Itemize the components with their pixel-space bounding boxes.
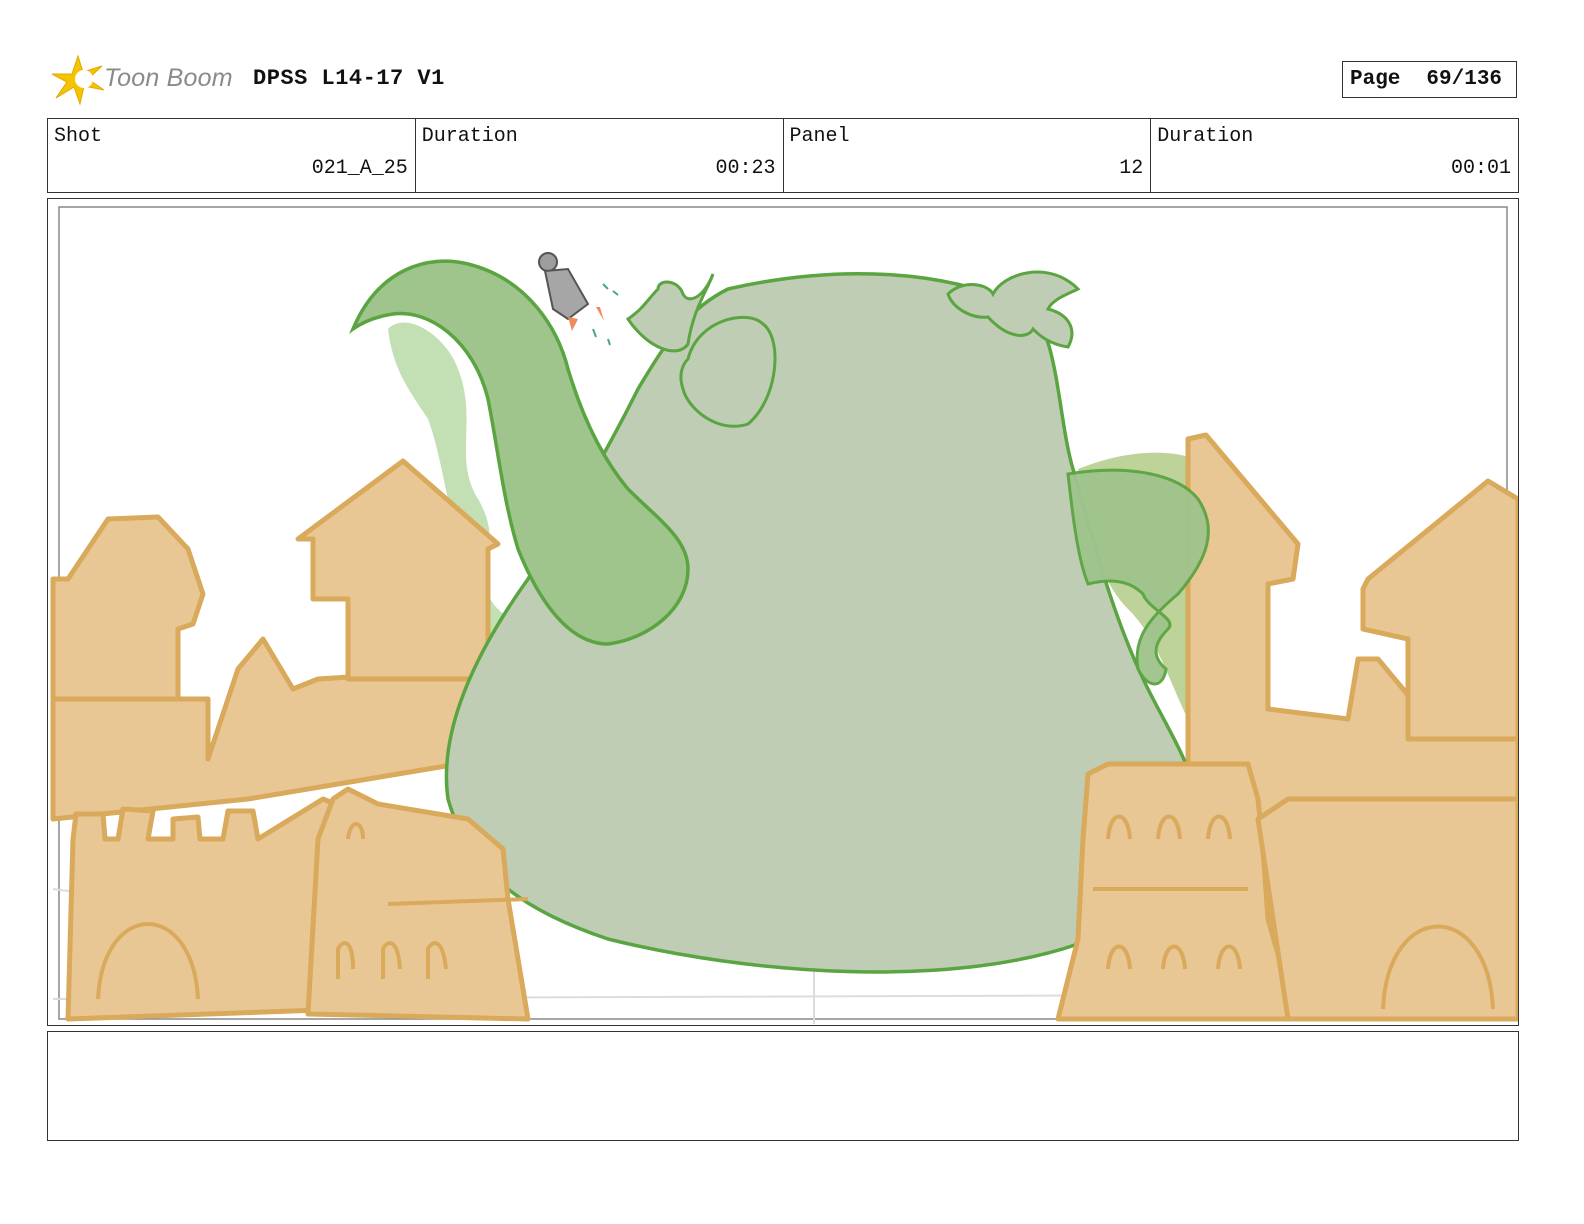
sandcastle-back-left: [50, 458, 501, 822]
page-indicator: Page 69/136: [1342, 61, 1517, 98]
shot-value: 021_A_25: [311, 157, 408, 180]
storyboard-panel: [47, 198, 1519, 1026]
shot-cell: Shot 021_A_25: [48, 119, 416, 192]
panel-cell: Panel 12: [784, 119, 1152, 192]
page-value: 69/136: [1426, 68, 1503, 91]
shot-info-row: Shot 021_A_25 Duration 00:23 Panel 12 Du…: [47, 118, 1519, 193]
logo-text: Toon Boom: [104, 64, 233, 92]
panel-label: Panel: [789, 125, 850, 148]
shot-duration-value: 00:23: [715, 157, 776, 180]
shot-duration-cell: Duration 00:23: [416, 119, 784, 192]
panel-duration-label: Duration: [1157, 125, 1254, 148]
page-label: Page: [1350, 68, 1401, 91]
shot-duration-label: Duration: [421, 125, 518, 148]
panel-value: 12: [1119, 157, 1144, 180]
panel-duration-value: 00:01: [1450, 157, 1511, 180]
shot-label: Shot: [54, 125, 103, 148]
sandcastle-front-right: [1055, 761, 1518, 1022]
panel-notes-box[interactable]: [47, 1031, 1519, 1141]
starburst-icon: [51, 54, 105, 106]
panel-artwork: [50, 206, 1518, 1024]
sandcastle-front-left: [65, 786, 531, 1022]
panel-duration-cell: Duration 00:01: [1151, 119, 1518, 192]
document-title: DPSS L14-17 V1: [253, 66, 445, 91]
